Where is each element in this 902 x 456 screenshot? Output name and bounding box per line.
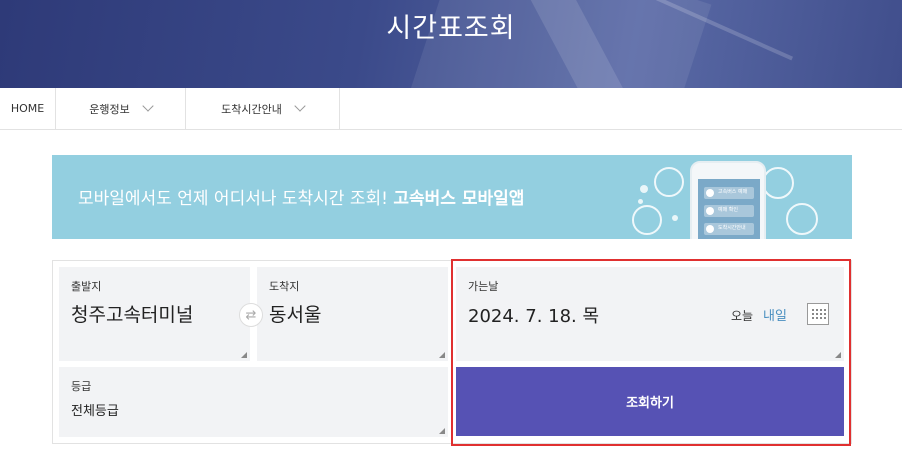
phone-row: 고속버스 예매 <box>704 187 754 199</box>
banner-highlight: 고속버스 모바일앱 <box>393 189 525 209</box>
person-icon <box>632 205 662 235</box>
breadcrumb-arrival-time[interactable]: 도착시간안내 <box>186 88 340 129</box>
phone-row-icon <box>706 207 714 215</box>
resize-corner-icon <box>439 428 445 434</box>
grade-value: 전체등급 <box>71 404 119 419</box>
breadcrumb-label: 운행정보 <box>89 102 130 116</box>
arrival-label: 도착지 <box>269 280 300 293</box>
page-title: 시간표조회 <box>386 13 516 44</box>
phone-row: 예매 확인 <box>704 205 754 217</box>
decor-dot <box>638 199 643 204</box>
phone-row-icon <box>706 189 714 197</box>
phone-row-icon <box>706 225 714 233</box>
arrival-field[interactable]: 도착지 동서울 <box>257 267 448 361</box>
breadcrumb-operation-info[interactable]: 운행정보 <box>56 88 186 129</box>
departure-label: 출발지 <box>71 280 102 293</box>
mobile-app-banner[interactable]: 모바일에서도 언제 어디서나 도착시간 조회! 고속버스 모바일앱 고속버스 예… <box>52 155 852 239</box>
breadcrumb-label: 도착시간안내 <box>221 102 282 116</box>
highlight-box <box>451 259 851 446</box>
bus-icon <box>762 167 794 199</box>
checklist-icon <box>654 167 684 197</box>
departure-value: 청주고속터미널 <box>71 304 194 326</box>
grade-field[interactable]: 등급 전체등급 <box>59 367 448 437</box>
arrival-value: 동서울 <box>269 304 322 326</box>
decor-dot <box>640 185 648 193</box>
breadcrumb-home[interactable]: HOME <box>0 88 56 129</box>
departure-field[interactable]: 출발지 청주고속터미널 <box>59 267 250 361</box>
resize-corner-icon <box>241 352 247 358</box>
decor-dot <box>672 215 678 221</box>
page-header: 시간표조회 <box>0 0 902 88</box>
resize-corner-icon <box>439 352 445 358</box>
phone-illustration: 고속버스 예매 예매 확인 도착시간안내 <box>690 161 766 239</box>
banner-text: 모바일에서도 언제 어디서나 도착시간 조회! 고속버스 모바일앱 <box>78 189 525 209</box>
phone-screen: 고속버스 예매 예매 확인 도착시간안내 <box>698 179 760 239</box>
chevron-down-icon <box>294 100 306 112</box>
ticket-icon <box>786 203 818 235</box>
swap-direction-button[interactable]: ⇄ <box>239 303 263 327</box>
phone-row: 도착시간안내 <box>704 223 754 235</box>
breadcrumb: HOME 운행정보 도착시간안내 <box>0 88 902 130</box>
chevron-down-icon <box>142 100 154 112</box>
grade-label: 등급 <box>71 380 92 393</box>
